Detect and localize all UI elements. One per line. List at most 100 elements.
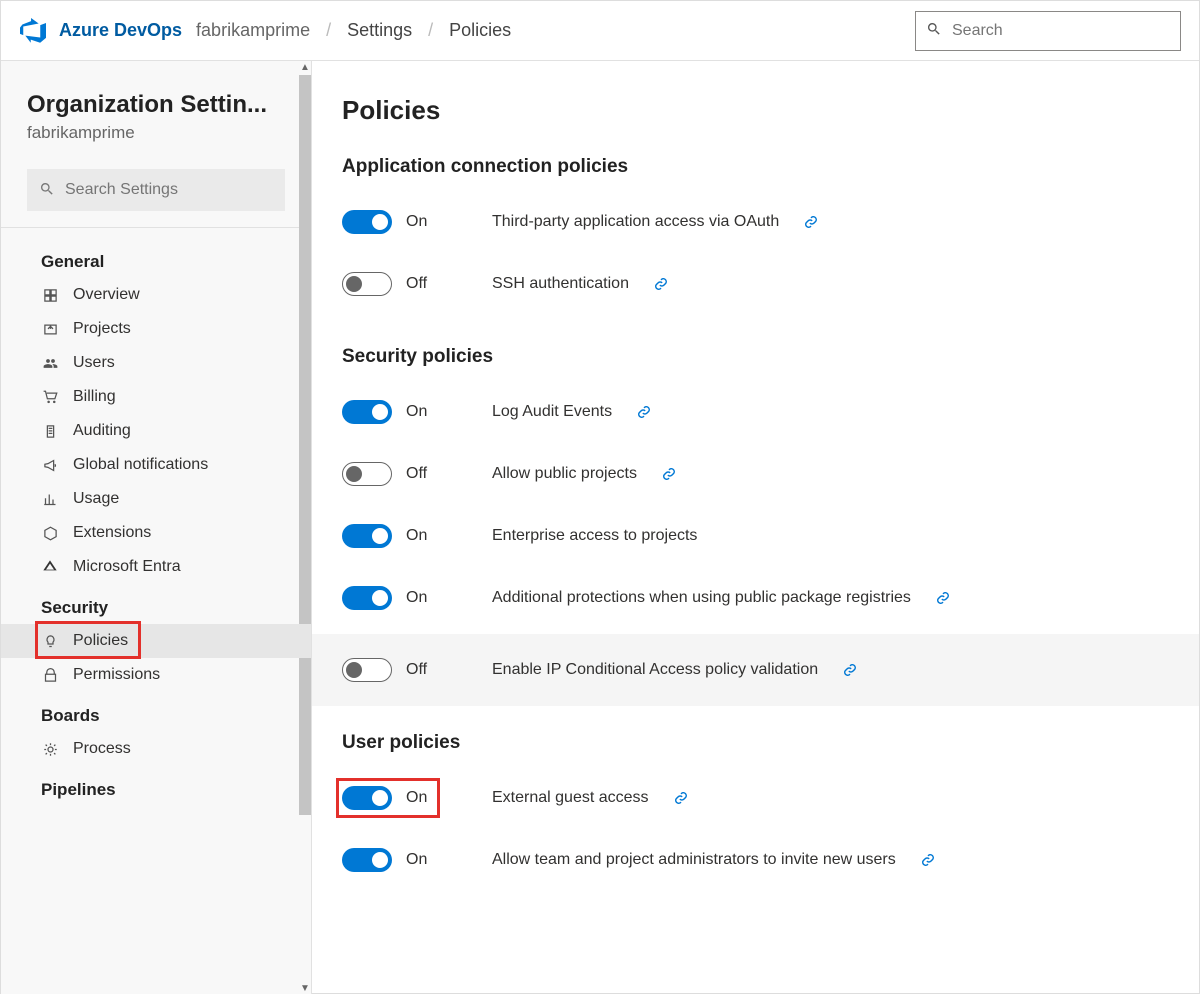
- azure-devops-logo-icon[interactable]: [19, 17, 47, 45]
- toggle[interactable]: [342, 586, 392, 610]
- clipboard-icon: [41, 422, 59, 440]
- toggle[interactable]: [342, 272, 392, 296]
- gear-icon: [41, 740, 59, 758]
- sidebar: ▲ ▼ Organization Settin... fabrikamprime…: [1, 61, 312, 994]
- policy-row: OnEnterprise access to projects: [342, 510, 1169, 572]
- policy-label: Additional protections when using public…: [492, 589, 911, 607]
- nav-billing[interactable]: Billing: [1, 380, 311, 414]
- users-icon: [41, 354, 59, 372]
- nav-extensions[interactable]: Extensions: [1, 516, 311, 550]
- chart-icon: [41, 490, 59, 508]
- nav-label: Global notifications: [73, 456, 208, 474]
- sidebar-title: Organization Settin...: [27, 91, 285, 119]
- nav-label: Users: [73, 354, 115, 372]
- toggle[interactable]: [342, 400, 392, 424]
- nav-policies[interactable]: Policies: [1, 624, 311, 658]
- nav-label: Extensions: [73, 524, 151, 542]
- group-title: Security policies: [342, 346, 1169, 368]
- group-title: User policies: [342, 732, 1169, 754]
- nav-projects[interactable]: Projects: [1, 312, 311, 346]
- toggle-state-label: Off: [406, 275, 452, 293]
- bulb-icon: [41, 632, 59, 650]
- scroll-down-icon[interactable]: ▼: [299, 982, 311, 994]
- link-icon[interactable]: [661, 466, 677, 482]
- toggle-state-label: Off: [406, 661, 452, 679]
- global-search[interactable]: [915, 11, 1181, 51]
- toggle[interactable]: [342, 524, 392, 548]
- policy-row: OnAllow team and project administrators …: [342, 834, 1169, 896]
- toggle[interactable]: [342, 462, 392, 486]
- policy-row: On Log Audit Events: [342, 386, 1169, 448]
- link-icon[interactable]: [636, 404, 652, 420]
- puzzle-icon: [41, 524, 59, 542]
- policy-row: Off SSH authentication: [342, 258, 1169, 320]
- cart-icon: [41, 388, 59, 406]
- policy-label: Allow team and project administrators to…: [492, 851, 896, 869]
- toggle-state-label: On: [406, 527, 452, 545]
- search-icon: [39, 181, 55, 200]
- search-icon: [926, 21, 942, 40]
- policy-row: On External guest access: [342, 772, 1169, 834]
- nav-users[interactable]: Users: [1, 346, 311, 380]
- page-title: Policies: [342, 95, 1169, 126]
- nav-microsoft-entra[interactable]: Microsoft Entra: [1, 550, 311, 584]
- link-icon[interactable]: [673, 790, 689, 806]
- section-general: General: [1, 238, 311, 278]
- nav-label: Usage: [73, 490, 119, 508]
- sidebar-subtitle: fabrikamprime: [27, 123, 285, 143]
- link-icon[interactable]: [842, 662, 858, 678]
- nav-process[interactable]: Process: [1, 732, 311, 766]
- brand-label[interactable]: Azure DevOps: [59, 20, 182, 41]
- nav-label: Billing: [73, 388, 116, 406]
- policy-label: Allow public projects: [492, 465, 637, 483]
- toggle-state-label: On: [406, 789, 452, 807]
- breadcrumb-settings[interactable]: Settings: [347, 20, 412, 41]
- policy-label: External guest access: [492, 789, 649, 807]
- policy-label: SSH authentication: [492, 275, 629, 293]
- toggle[interactable]: [342, 786, 392, 810]
- nav-label: Projects: [73, 320, 131, 338]
- section-pipelines: Pipelines: [1, 766, 311, 806]
- projects-icon: [41, 320, 59, 338]
- nav-usage[interactable]: Usage: [1, 482, 311, 516]
- link-icon[interactable]: [935, 590, 951, 606]
- policy-label: Log Audit Events: [492, 403, 612, 421]
- nav-auditing[interactable]: Auditing: [1, 414, 311, 448]
- section-security: Security: [1, 584, 311, 624]
- grid-icon: [41, 286, 59, 304]
- toggle-state-label: On: [406, 403, 452, 421]
- policy-row: OnThird-party application access via OAu…: [342, 196, 1169, 258]
- nav-permissions[interactable]: Permissions: [1, 658, 311, 692]
- toggle-state-label: On: [406, 213, 452, 231]
- nav-label: Permissions: [73, 666, 160, 684]
- divider: [1, 227, 311, 228]
- sidebar-search[interactable]: [27, 169, 285, 211]
- breadcrumb-org[interactable]: fabrikamprime: [196, 20, 310, 41]
- nav-label: Process: [73, 740, 131, 758]
- toggle[interactable]: [342, 848, 392, 872]
- nav-label: Auditing: [73, 422, 131, 440]
- breadcrumb-separator: /: [326, 20, 331, 41]
- main-content: Policies Application connection policies…: [312, 61, 1199, 994]
- scroll-up-icon[interactable]: ▲: [299, 61, 311, 73]
- policy-row: Off Allow public projects: [342, 448, 1169, 510]
- sidebar-search-input[interactable]: [65, 181, 273, 199]
- policy-row: Off Enable IP Conditional Access policy v…: [312, 634, 1199, 706]
- breadcrumb-policies[interactable]: Policies: [449, 20, 511, 41]
- link-icon[interactable]: [803, 214, 819, 230]
- policy-label: Enable IP Conditional Access policy vali…: [492, 661, 818, 679]
- toggle-state-label: Off: [406, 465, 452, 483]
- policy-row: OnAdditional protections when using publ…: [342, 572, 1169, 634]
- nav-global-notifications[interactable]: Global notifications: [1, 448, 311, 482]
- nav-label: Overview: [73, 286, 140, 304]
- breadcrumb-separator: /: [428, 20, 433, 41]
- nav-overview[interactable]: Overview: [1, 278, 311, 312]
- section-boards: Boards: [1, 692, 311, 732]
- nav-label: Policies: [73, 632, 128, 650]
- toggle[interactable]: [342, 210, 392, 234]
- group-title: Application connection policies: [342, 156, 1169, 178]
- global-search-input[interactable]: [952, 22, 1170, 40]
- toggle[interactable]: [342, 658, 392, 682]
- link-icon[interactable]: [920, 852, 936, 868]
- link-icon[interactable]: [653, 276, 669, 292]
